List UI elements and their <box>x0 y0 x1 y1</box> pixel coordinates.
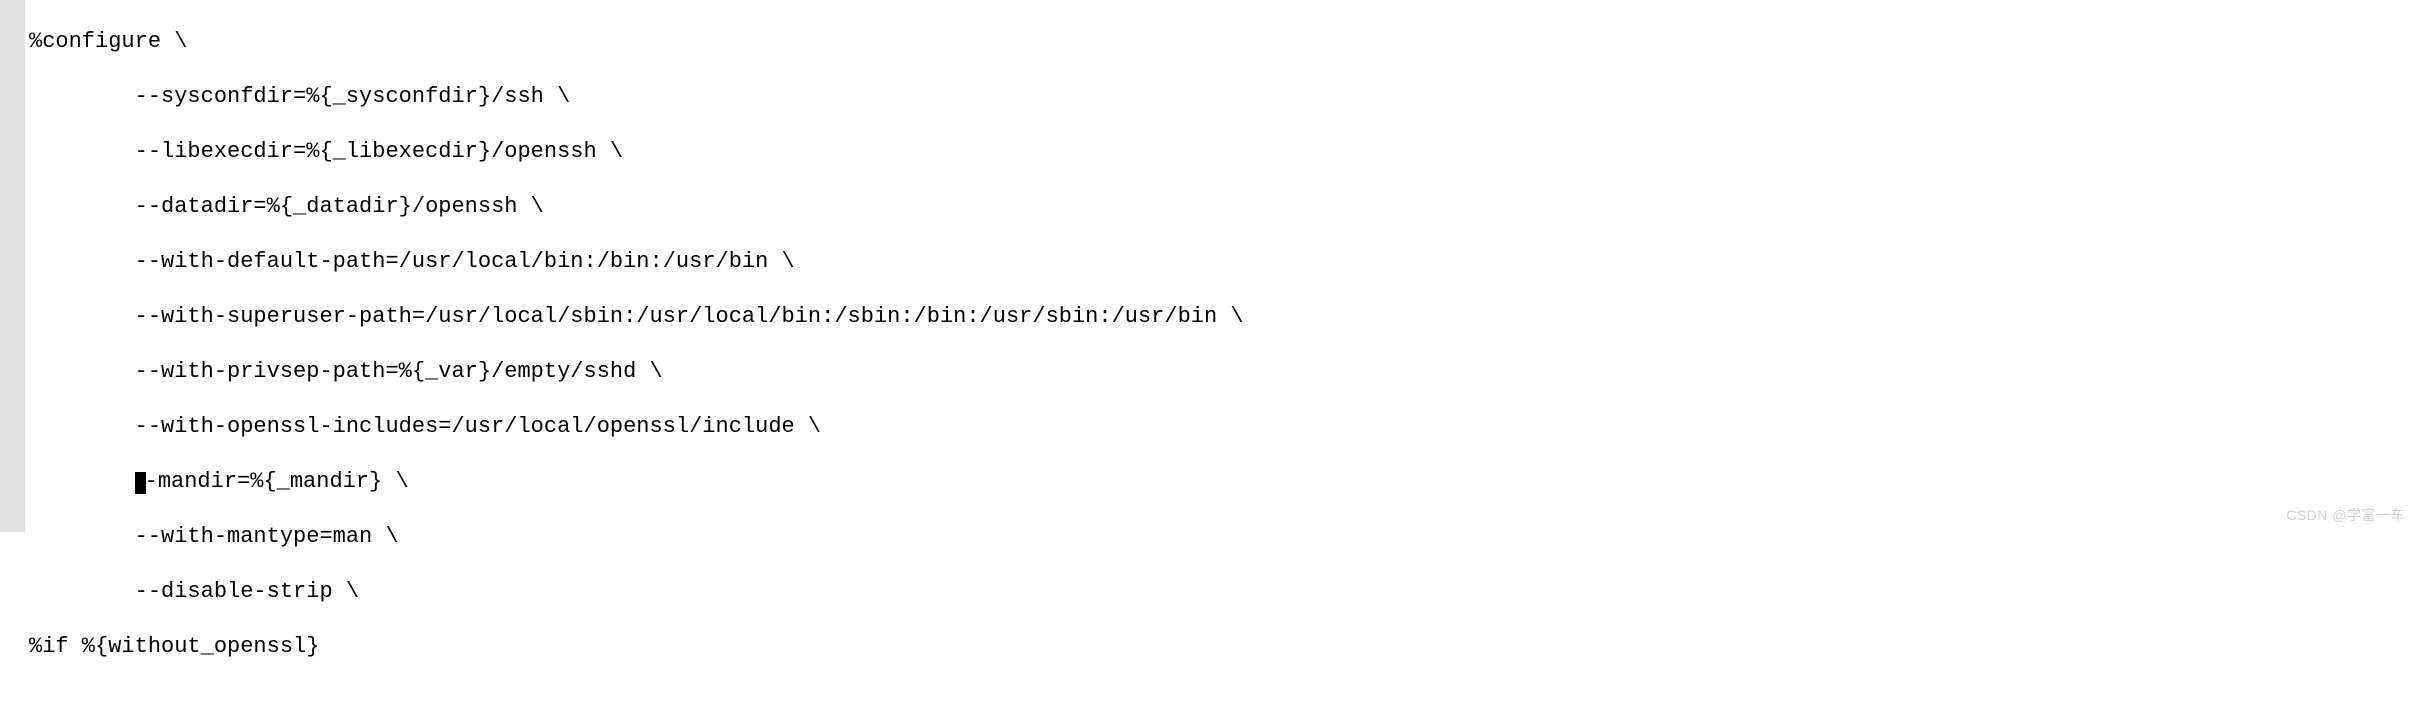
cursor-line-prefix <box>29 469 135 494</box>
code-line: --with-privsep-path=%{_var}/empty/sshd \ <box>29 358 2425 386</box>
code-line: --libexecdir=%{_libexecdir}/openssh \ <box>29 138 2425 166</box>
code-line: %configure \ <box>29 28 2425 56</box>
code-line: --with-superuser-path=/usr/local/sbin:/u… <box>29 303 2425 331</box>
code-line: --sysconfdir=%{_sysconfdir}/ssh \ <box>29 83 2425 111</box>
watermark-text: CSDN @学富一车 <box>2286 507 2405 525</box>
code-line: %if %{without_openssl} <box>29 633 2425 661</box>
cursor-line-suffix: -mandir=%{_mandir} \ <box>145 469 409 494</box>
code-line: --with-openssl-includes=/usr/local/opens… <box>29 413 2425 441</box>
code-editor[interactable]: %configure \ --sysconfdir=%{_sysconfdir}… <box>25 0 2425 532</box>
code-line: --datadir=%{_datadir}/openssh \ <box>29 193 2425 221</box>
code-line-with-cursor: -mandir=%{_mandir} \ <box>29 468 2425 496</box>
code-line: --with-default-path=/usr/local/bin:/bin:… <box>29 248 2425 276</box>
code-line: --disable-strip \ <box>29 578 2425 606</box>
code-line: --with-mantype=man \ <box>29 523 2425 551</box>
gutter-margin <box>0 0 25 532</box>
